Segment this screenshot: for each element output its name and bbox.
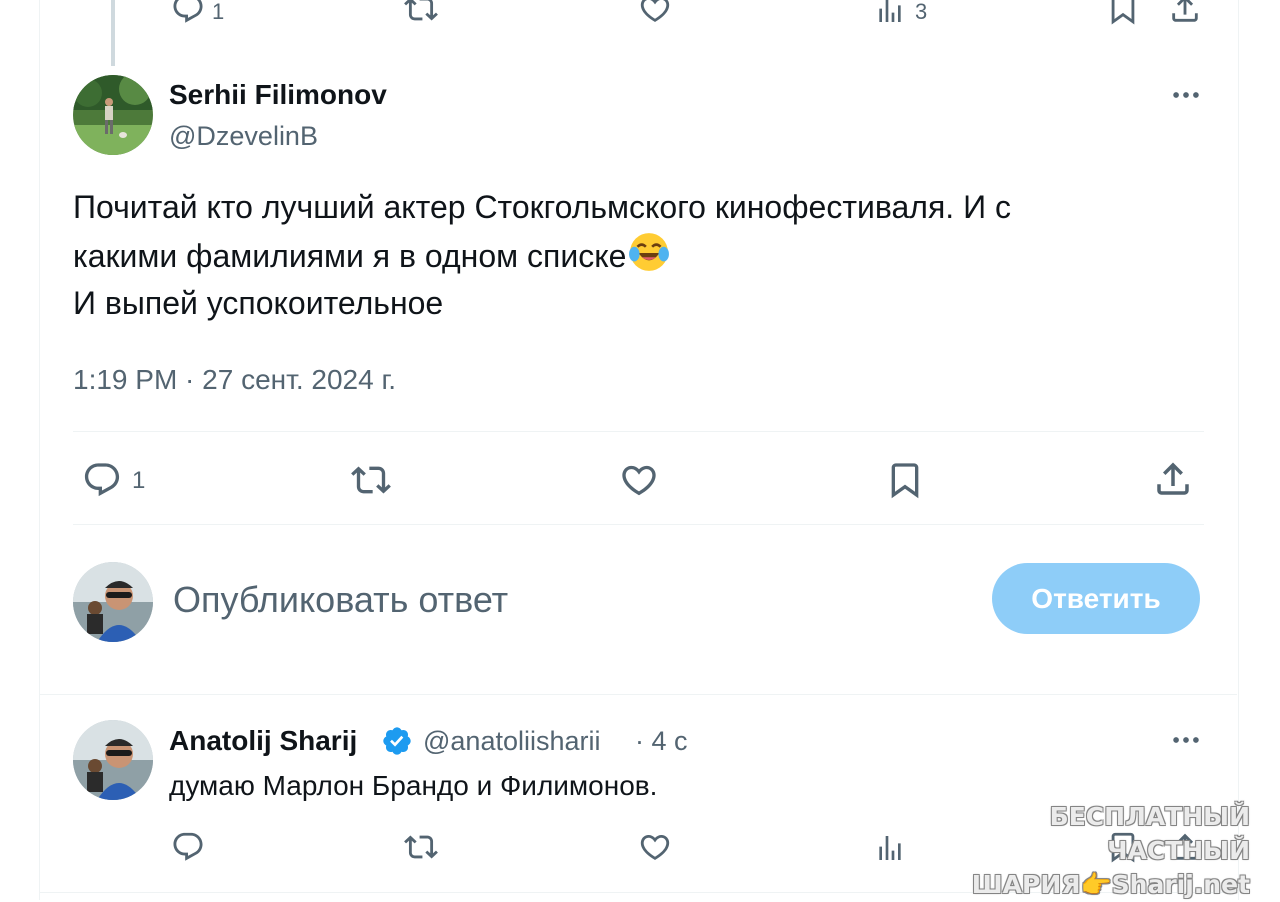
heart-icon[interactable] xyxy=(638,830,672,864)
divider xyxy=(73,431,1204,432)
more-icon[interactable] xyxy=(1169,723,1203,757)
heart-icon[interactable] xyxy=(638,0,672,26)
tweet-text-line: И выпей успокоительное xyxy=(73,285,444,321)
reply-time[interactable]: · 4 с xyxy=(635,725,688,757)
views-icon[interactable] xyxy=(874,832,906,864)
watermark-text: ШАРИЯ xyxy=(971,870,1081,899)
author-handle[interactable]: @DzevelinB xyxy=(169,120,318,152)
reply-icon[interactable] xyxy=(171,830,205,864)
views-icon[interactable] xyxy=(874,0,906,26)
tweet-text-segment: какими фамилиями я в одном списке xyxy=(73,238,627,274)
reply-count: 1 xyxy=(132,467,146,494)
author-avatar[interactable] xyxy=(73,75,153,155)
reply-submit-button[interactable]: Ответить xyxy=(992,563,1200,634)
divider xyxy=(73,524,1204,525)
heart-icon[interactable] xyxy=(618,460,660,500)
more-icon[interactable] xyxy=(1169,78,1203,112)
watermark-line: БЕСПЛАТНЫЙ ЧАСТНЫЙ xyxy=(1049,802,1250,865)
reply-icon[interactable] xyxy=(82,460,122,500)
reply-author-name[interactable]: Anatolij Sharij xyxy=(169,724,357,758)
watermark-line: ШАРИЯ👉Sharij.net xyxy=(950,868,1250,902)
reply-text: думаю Марлон Брандо и Филимонов. xyxy=(169,770,658,801)
current-user-avatar[interactable] xyxy=(73,562,153,642)
divider xyxy=(40,694,1237,695)
views-count: 3 xyxy=(915,0,928,24)
reply-count: 1 xyxy=(212,0,225,24)
verified-badge-icon xyxy=(381,725,413,757)
bookmark-icon[interactable] xyxy=(884,460,926,500)
share-icon[interactable] xyxy=(1168,0,1202,26)
retweet-icon[interactable] xyxy=(402,0,440,26)
reply-icon[interactable] xyxy=(171,0,205,26)
tweet-text-line: Почитай кто лучший актер Стокгольмского … xyxy=(73,189,1011,225)
watermark-text: Sharij.net xyxy=(1111,870,1250,899)
retweet-icon[interactable] xyxy=(402,830,440,864)
pointing-hand-icon: 👉 xyxy=(1080,870,1112,899)
reply-input[interactable]: Опубликовать ответ xyxy=(173,578,508,622)
bookmark-icon[interactable] xyxy=(1106,0,1140,26)
tweet-timestamp[interactable]: 1:19 PM · 27 сент. 2024 г. xyxy=(73,362,396,398)
retweet-icon[interactable] xyxy=(348,460,394,500)
author-name[interactable]: Serhii Filimonov xyxy=(169,78,387,112)
laughing-emoji-icon xyxy=(628,231,670,273)
tweet-text: Почитай кто лучший актер Стокгольмского … xyxy=(73,184,1193,327)
thread-connector-line xyxy=(111,0,115,66)
watermark: БЕСПЛАТНЫЙ ЧАСТНЫЙ ШАРИЯ👉Sharij.net xyxy=(950,800,1250,902)
reply-author-avatar[interactable] xyxy=(73,720,153,800)
tweet-text-line: какими фамилиями я в одном списке xyxy=(73,231,1193,280)
share-icon[interactable] xyxy=(1152,458,1194,500)
reply-author-handle[interactable]: @anatoliisharii xyxy=(423,725,601,757)
